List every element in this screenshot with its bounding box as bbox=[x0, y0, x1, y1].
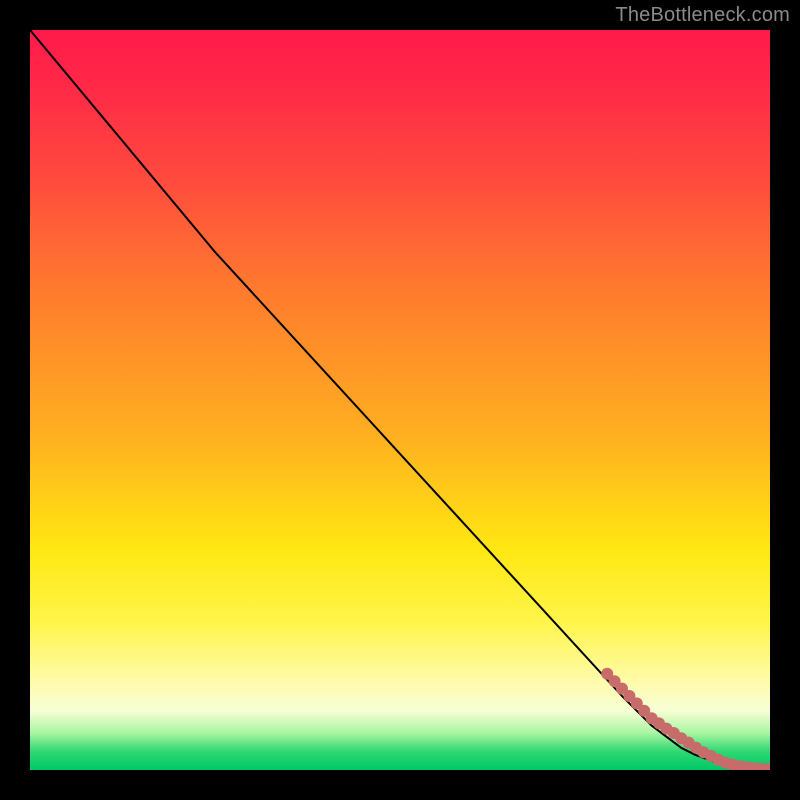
chart-svg-overlay bbox=[30, 30, 770, 770]
curve-markers bbox=[601, 668, 770, 770]
attribution-label: TheBottleneck.com bbox=[615, 4, 790, 27]
plot-area bbox=[30, 30, 770, 770]
curve-line bbox=[30, 30, 770, 769]
chart-stage: TheBottleneck.com bbox=[0, 0, 800, 800]
